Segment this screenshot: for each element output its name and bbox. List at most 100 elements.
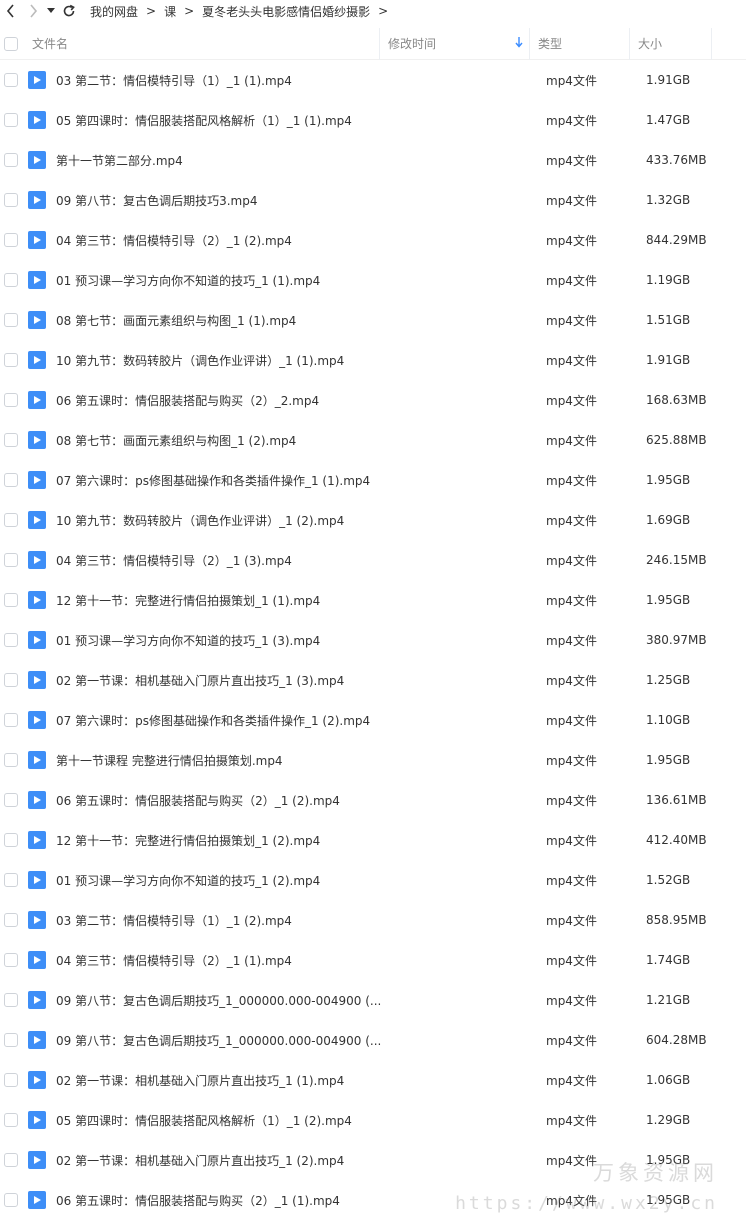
file-name[interactable]: 02 第一节课：相机基础入门原片直出技巧_1 (1).mp4 xyxy=(56,1072,386,1089)
row-checkbox[interactable] xyxy=(4,1073,18,1087)
select-all-checkbox[interactable] xyxy=(4,36,18,51)
row-checkbox[interactable] xyxy=(4,473,18,487)
file-name[interactable]: 04 第三节：情侣模特引导（2）_1 (2).mp4 xyxy=(56,232,386,249)
row-checkbox[interactable] xyxy=(4,1113,18,1127)
file-row[interactable]: 01 预习课—学习方向你不知道的技巧_1 (2).mp4 mp4文件 1.52GB xyxy=(0,860,746,900)
file-row[interactable]: 第十一节第二部分.mp4 mp4文件 433.76MB xyxy=(0,140,746,180)
file-name[interactable]: 08 第七节：画面元素组织与构图_1 (1).mp4 xyxy=(56,312,386,329)
file-name[interactable]: 07 第六课时：ps修图基础操作和各类插件操作_1 (2).mp4 xyxy=(56,712,386,729)
row-checkbox[interactable] xyxy=(4,953,18,967)
row-checkbox[interactable] xyxy=(4,1033,18,1047)
file-name[interactable]: 10 第九节：数码转胶片（调色作业评讲）_1 (2).mp4 xyxy=(56,512,386,529)
file-name[interactable]: 04 第三节：情侣模特引导（2）_1 (3).mp4 xyxy=(56,552,386,569)
file-row[interactable]: 07 第六课时：ps修图基础操作和各类插件操作_1 (2).mp4 mp4文件 1.… xyxy=(0,700,746,740)
file-name[interactable]: 第十一节课程 完整进行情侣拍摄策划.mp4 xyxy=(56,752,386,769)
file-row[interactable]: 03 第二节：情侣模特引导（1）_1 (1).mp4 mp4文件 1.91GB xyxy=(0,60,746,100)
file-row[interactable]: 01 预习课—学习方向你不知道的技巧_1 (1).mp4 mp4文件 1.19GB xyxy=(0,260,746,300)
file-name[interactable]: 07 第六课时：ps修图基础操作和各类插件操作_1 (1).mp4 xyxy=(56,472,386,489)
row-checkbox[interactable] xyxy=(4,553,18,567)
file-row[interactable]: 05 第四课时：情侣服装搭配风格解析（1）_1 (2).mp4 mp4文件 1.29… xyxy=(0,1100,746,1140)
file-row[interactable]: 09 第八节：复古色调后期技巧_1_000000.000-004900 (...… xyxy=(0,1020,746,1060)
file-row[interactable]: 04 第三节：情侣模特引导（2）_1 (3).mp4 mp4文件 246.15MB xyxy=(0,540,746,580)
row-checkbox[interactable] xyxy=(4,833,18,847)
file-name[interactable]: 04 第三节：情侣模特引导（2）_1 (1).mp4 xyxy=(56,952,386,969)
file-name[interactable]: 02 第一节课：相机基础入门原片直出技巧_1 (3).mp4 xyxy=(56,672,386,689)
file-name[interactable]: 09 第八节：复古色调后期技巧3.mp4 xyxy=(56,192,386,209)
forward-button[interactable] xyxy=(22,0,44,22)
row-checkbox[interactable] xyxy=(4,753,18,767)
row-checkbox[interactable] xyxy=(4,433,18,447)
file-name[interactable]: 10 第九节：数码转胶片（调色作业评讲）_1 (1).mp4 xyxy=(56,352,386,369)
row-checkbox[interactable] xyxy=(4,513,18,527)
file-name[interactable]: 06 第五课时：情侣服装搭配与购买（2）_1 (1).mp4 xyxy=(56,1192,386,1209)
file-name[interactable]: 01 预习课—学习方向你不知道的技巧_1 (1).mp4 xyxy=(56,272,386,289)
file-name[interactable]: 03 第二节：情侣模特引导（1）_1 (2).mp4 xyxy=(56,912,386,929)
row-checkbox[interactable] xyxy=(4,673,18,687)
file-name[interactable]: 06 第五课时：情侣服装搭配与购买（2）_1 (2).mp4 xyxy=(56,792,386,809)
column-header-size[interactable]: 大小 xyxy=(630,27,712,60)
file-name[interactable]: 12 第十一节：完整进行情侣拍摄策划_1 (2).mp4 xyxy=(56,832,386,849)
row-checkbox[interactable] xyxy=(4,1153,18,1167)
file-name[interactable]: 01 预习课—学习方向你不知道的技巧_1 (3).mp4 xyxy=(56,632,386,649)
row-checkbox[interactable] xyxy=(4,233,18,247)
file-name[interactable]: 05 第四课时：情侣服装搭配风格解析（1）_1 (2).mp4 xyxy=(56,1112,386,1129)
file-name[interactable]: 12 第十一节：完整进行情侣拍摄策划_1 (1).mp4 xyxy=(56,592,386,609)
file-row[interactable]: 04 第三节：情侣模特引导（2）_1 (2).mp4 mp4文件 844.29MB xyxy=(0,220,746,260)
file-row[interactable]: 01 预习课—学习方向你不知道的技巧_1 (3).mp4 mp4文件 380.97M… xyxy=(0,620,746,660)
file-row[interactable]: 第十一节课程 完整进行情侣拍摄策划.mp4 mp4文件 1.95GB xyxy=(0,740,746,780)
row-checkbox[interactable] xyxy=(4,793,18,807)
row-checkbox[interactable] xyxy=(4,113,18,127)
column-header-type[interactable]: 类型 xyxy=(530,27,630,60)
file-row[interactable]: 04 第三节：情侣模特引导（2）_1 (1).mp4 mp4文件 1.74GB xyxy=(0,940,746,980)
row-checkbox[interactable] xyxy=(4,913,18,927)
file-row[interactable]: 09 第八节：复古色调后期技巧_1_000000.000-004900 (...… xyxy=(0,980,746,1020)
row-checkbox[interactable] xyxy=(4,993,18,1007)
file-row[interactable]: 06 第五课时：情侣服装搭配与购买（2）_2.mp4 mp4文件 168.63MB xyxy=(0,380,746,420)
file-row[interactable]: 06 第五课时：情侣服装搭配与购买（2）_1 (2).mp4 mp4文件 136.6… xyxy=(0,780,746,820)
row-checkbox[interactable] xyxy=(4,193,18,207)
file-row[interactable]: 02 第一节课：相机基础入门原片直出技巧_1 (3).mp4 mp4文件 1.25G… xyxy=(0,660,746,700)
row-checkbox[interactable] xyxy=(4,73,18,87)
file-row[interactable]: 10 第九节：数码转胶片（调色作业评讲）_1 (2).mp4 mp4文件 1.69G… xyxy=(0,500,746,540)
breadcrumb-item[interactable]: 课 xyxy=(162,3,178,20)
file-row[interactable]: 02 第一节课：相机基础入门原片直出技巧_1 (2).mp4 mp4文件 1.95G… xyxy=(0,1140,746,1180)
file-row[interactable]: 05 第四课时：情侣服装搭配风格解析（1）_1 (1).mp4 mp4文件 1.47… xyxy=(0,100,746,140)
file-name[interactable]: 08 第七节：画面元素组织与构图_1 (2).mp4 xyxy=(56,432,386,449)
row-checkbox[interactable] xyxy=(4,313,18,327)
row-checkbox[interactable] xyxy=(4,873,18,887)
file-name[interactable]: 09 第八节：复古色调后期技巧_1_000000.000-004900 (... xyxy=(56,1032,386,1049)
file-row[interactable]: 12 第十一节：完整进行情侣拍摄策划_1 (2).mp4 mp4文件 412.40M… xyxy=(0,820,746,860)
file-row[interactable]: 08 第七节：画面元素组织与构图_1 (1).mp4 mp4文件 1.51GB xyxy=(0,300,746,340)
file-row[interactable]: 08 第七节：画面元素组织与构图_1 (2).mp4 mp4文件 625.88MB xyxy=(0,420,746,460)
breadcrumb-item[interactable]: 夏冬老头头电影感情侣婚纱摄影 xyxy=(200,3,372,20)
file-row[interactable]: 02 第一节课：相机基础入门原片直出技巧_1 (1).mp4 mp4文件 1.06G… xyxy=(0,1060,746,1100)
file-row[interactable]: 03 第二节：情侣模特引导（1）_1 (2).mp4 mp4文件 858.95MB xyxy=(0,900,746,940)
row-checkbox[interactable] xyxy=(4,713,18,727)
row-checkbox[interactable] xyxy=(4,393,18,407)
row-checkbox[interactable] xyxy=(4,273,18,287)
row-checkbox[interactable] xyxy=(4,633,18,647)
file-row[interactable]: 09 第八节：复古色调后期技巧3.mp4 mp4文件 1.32GB xyxy=(0,180,746,220)
file-row[interactable]: 10 第九节：数码转胶片（调色作业评讲）_1 (1).mp4 mp4文件 1.91G… xyxy=(0,340,746,380)
file-name[interactable]: 02 第一节课：相机基础入门原片直出技巧_1 (2).mp4 xyxy=(56,1152,386,1169)
file-name[interactable]: 06 第五课时：情侣服装搭配与购买（2）_2.mp4 xyxy=(56,392,386,409)
row-checkbox-cell xyxy=(0,713,22,727)
breadcrumb-item[interactable]: 我的网盘 xyxy=(88,3,140,20)
row-checkbox[interactable] xyxy=(4,353,18,367)
row-checkbox[interactable] xyxy=(4,153,18,167)
file-row[interactable]: 06 第五课时：情侣服装搭配与购买（2）_1 (1).mp4 mp4文件 1.95G… xyxy=(0,1180,746,1220)
file-row[interactable]: 12 第十一节：完整进行情侣拍摄策划_1 (1).mp4 mp4文件 1.95GB xyxy=(0,580,746,620)
history-dropdown-button[interactable] xyxy=(44,0,58,22)
column-header-name[interactable]: 文件名 xyxy=(22,27,380,60)
row-checkbox[interactable] xyxy=(4,1193,18,1207)
file-name[interactable]: 05 第四课时：情侣服装搭配风格解析（1）_1 (1).mp4 xyxy=(56,112,386,129)
file-name[interactable]: 01 预习课—学习方向你不知道的技巧_1 (2).mp4 xyxy=(56,872,386,889)
column-header-modified[interactable]: 修改时间 xyxy=(380,27,530,60)
file-name[interactable]: 第十一节第二部分.mp4 xyxy=(56,152,386,169)
file-row[interactable]: 07 第六课时：ps修图基础操作和各类插件操作_1 (1).mp4 mp4文件 1.… xyxy=(0,460,746,500)
refresh-button[interactable] xyxy=(58,0,80,22)
file-name[interactable]: 09 第八节：复古色调后期技巧_1_000000.000-004900 (... xyxy=(56,992,386,1009)
row-checkbox[interactable] xyxy=(4,593,18,607)
file-name[interactable]: 03 第二节：情侣模特引导（1）_1 (1).mp4 xyxy=(56,72,386,89)
back-button[interactable] xyxy=(0,0,22,22)
